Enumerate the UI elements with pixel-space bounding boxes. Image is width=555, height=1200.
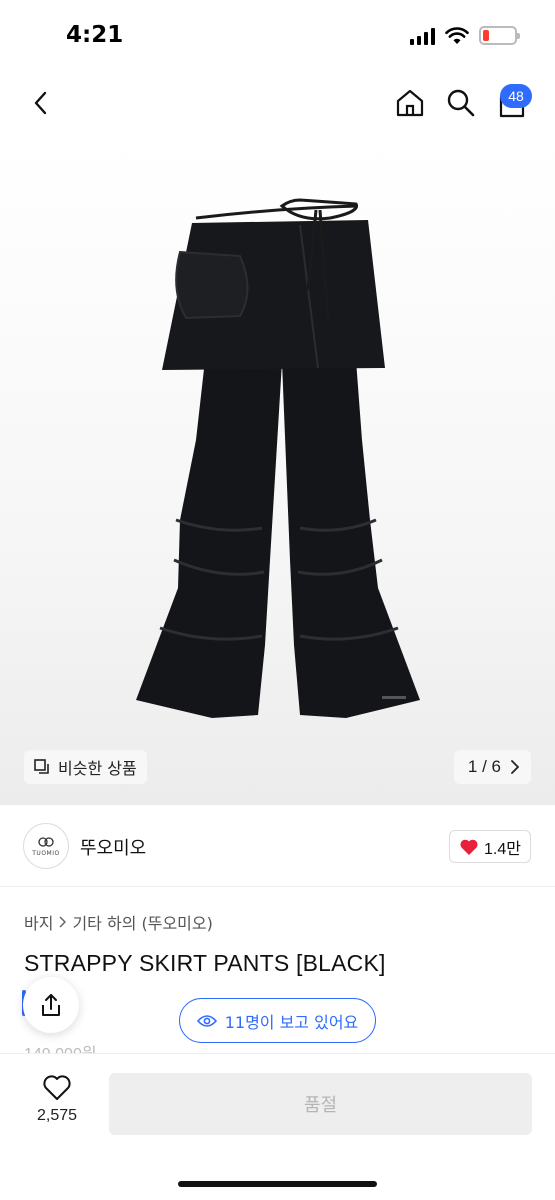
brand-like-count: 1.4만 [484,840,521,858]
top-nav [0,72,555,140]
chevron-right-icon [511,760,519,774]
breadcrumb: 바지 기타 하의 (뚜오미오) [24,910,213,934]
chevron-left-icon [34,91,47,115]
similar-products-button[interactable]: 비슷한 상품 [24,750,147,784]
image-page-indicator: 1 / 6 [467,757,501,776]
home-button[interactable] [393,86,427,120]
wifi-icon [445,26,469,44]
brand-logo-text: TUOMIO [32,849,60,857]
cellular-signal-icon [410,27,435,45]
brand-like-button[interactable]: 1.4만 [449,830,531,863]
bottom-action-bar: 2,575 품절 [0,1053,555,1200]
brand-logo[interactable]: TUOMIO [23,823,69,869]
home-indicator [178,1181,377,1187]
back-button[interactable] [24,86,58,120]
product-photo-pants [136,198,420,718]
eye-icon [196,1014,217,1027]
brand-name[interactable]: 뚜오미오 [80,834,146,860]
status-time: 4:21 [66,22,124,48]
product-image[interactable] [0,140,555,805]
status-bar: 4:21 [0,0,555,72]
heart-outline-icon [43,1075,71,1100]
viewers-text: 11명이 보고 있어요 [224,1012,359,1032]
breadcrumb-subcategory[interactable]: 기타 하의 (뚜오미오) [72,910,212,934]
product-title: STRAPPY SKIRT PANTS [BLACK] [24,950,386,976]
share-button[interactable] [23,977,79,1033]
brand-logo-mark [38,836,54,847]
battery-icon [479,26,520,45]
chevron-right-icon [59,916,67,928]
copy-icon [34,759,49,774]
similar-products-label: 비슷한 상품 [58,759,137,778]
image-pager-button[interactable]: 1 / 6 [453,750,531,784]
search-icon [447,89,475,117]
wishlist-button[interactable]: 2,575 [22,1074,92,1125]
status-icons [410,26,520,45]
cart-count-badge: 48 [500,84,532,108]
heart-filled-icon [460,839,478,855]
brand-row[interactable]: TUOMIO 뚜오미오 1.4만 [0,805,555,887]
wishlist-count: 2,575 [36,1107,78,1124]
home-icon [396,89,424,117]
breadcrumb-category[interactable]: 바지 [24,910,53,934]
search-button[interactable] [444,86,478,120]
viewers-count-pill: 11명이 보고 있어요 [179,998,376,1043]
share-icon [42,994,60,1016]
sold-out-button[interactable]: 품절 [109,1073,532,1135]
